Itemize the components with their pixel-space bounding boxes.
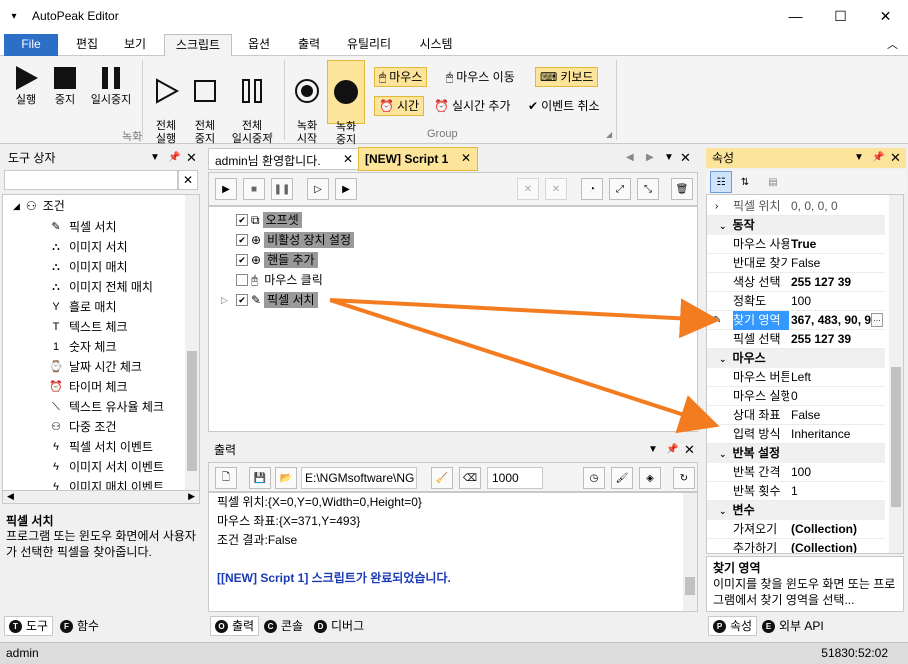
app-window: ▾ AutoPeak Editor — ☐ ✕ File 편집 보기 스크립트 …	[0, 0, 908, 664]
annotation-arrows	[329, 298, 720, 434]
status-user: admin	[6, 646, 39, 660]
status-bar: admin 51830:52:02	[0, 642, 908, 664]
status-time: 51830:52:02	[821, 646, 888, 660]
